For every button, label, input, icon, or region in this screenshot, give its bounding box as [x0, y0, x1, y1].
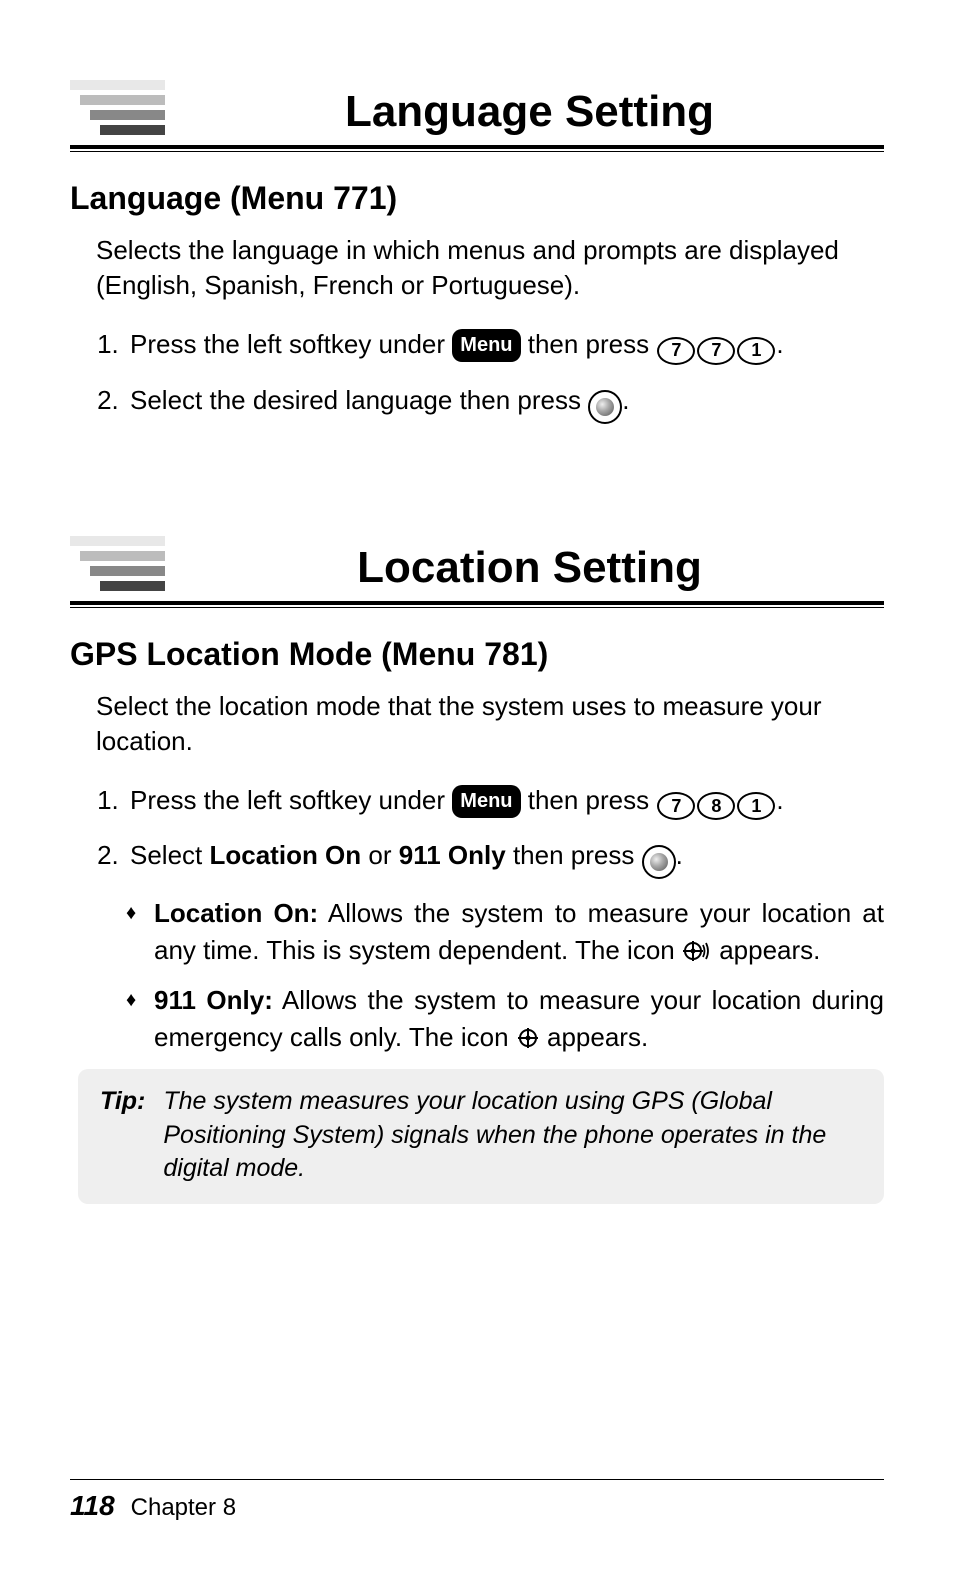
ok-key-icon — [588, 390, 622, 424]
period: . — [776, 329, 783, 359]
key-8-icon: 8 — [697, 792, 735, 820]
section-bars-icon — [70, 536, 165, 597]
section-title: Language Setting — [175, 87, 884, 141]
step-text: Select — [130, 840, 210, 870]
option-location-on-detail: Location On: Allows the system to measur… — [126, 895, 884, 968]
gps-step-1: Press the left softkey under Menu then p… — [126, 781, 884, 821]
option-911-only: 911 Only — [399, 840, 506, 870]
section-bars-icon — [70, 80, 165, 141]
language-steps: Press the left softkey under Menu then p… — [126, 325, 884, 424]
period: . — [676, 840, 683, 870]
option-911-only-detail: 911 Only: Allows the system to measure y… — [126, 982, 884, 1055]
chapter-label: Chapter 8 — [131, 1494, 236, 1521]
step-text: then press — [506, 840, 642, 870]
menu-key-icon: Menu — [452, 329, 520, 362]
page-number: 118 — [70, 1490, 115, 1521]
section-rule — [70, 145, 884, 152]
tip-box: Tip: The system measures your location u… — [78, 1069, 884, 1204]
section-title: Location Setting — [175, 543, 884, 597]
location-911-icon — [516, 1026, 540, 1050]
option-text: appears. — [712, 935, 820, 965]
step-text: Press the left softkey under — [130, 785, 452, 815]
subheading-language: Language (Menu 771) — [70, 180, 884, 217]
key-1-icon: 1 — [737, 337, 775, 365]
key-1-icon: 1 — [737, 792, 775, 820]
subheading-gps: GPS Location Mode (Menu 781) — [70, 636, 884, 673]
option-label: 911 Only: — [154, 985, 273, 1015]
section-header-language: Language Setting — [70, 80, 884, 141]
tip-label: Tip: — [100, 1085, 145, 1186]
section-header-location: Location Setting — [70, 536, 884, 597]
location-on-icon — [682, 939, 712, 963]
tip-text: The system measures your location using … — [163, 1085, 862, 1186]
step-text: or — [361, 840, 399, 870]
step-text: then press — [521, 785, 657, 815]
step-text: then press — [521, 329, 657, 359]
menu-key-icon: Menu — [452, 785, 520, 818]
period: . — [622, 385, 629, 415]
option-label: Location On: — [154, 898, 318, 928]
page-footer: 118 Chapter 8 — [70, 1479, 884, 1522]
gps-steps: Press the left softkey under Menu then p… — [126, 781, 884, 880]
ok-key-icon — [642, 845, 676, 879]
section-rule — [70, 601, 884, 608]
gps-step-2: Select Location On or 911 Only then pres… — [126, 836, 884, 879]
gps-options-list: Location On: Allows the system to measur… — [126, 895, 884, 1055]
step-text: Select the desired language then press — [130, 385, 588, 415]
key-7-icon: 7 — [657, 337, 695, 365]
key-7-icon: 7 — [657, 792, 695, 820]
language-step-2: Select the desired language then press . — [126, 381, 884, 424]
period: . — [776, 785, 783, 815]
step-text: Press the left softkey under — [130, 329, 452, 359]
option-text: appears. — [540, 1022, 648, 1052]
gps-description: Select the location mode that the system… — [96, 689, 884, 759]
key-7-icon: 7 — [697, 337, 735, 365]
language-step-1: Press the left softkey under Menu then p… — [126, 325, 884, 365]
language-description: Selects the language in which menus and … — [96, 233, 884, 303]
option-location-on: Location On — [210, 840, 362, 870]
